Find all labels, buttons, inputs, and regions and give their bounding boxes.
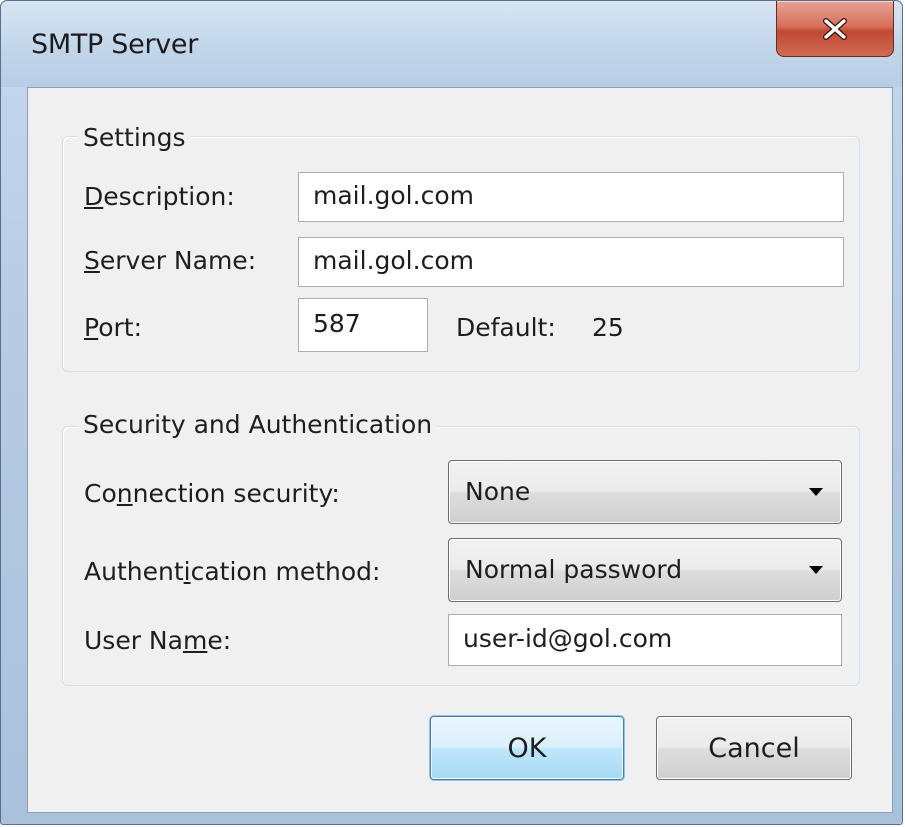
description-accesskey: D: [84, 182, 104, 211]
title-bar[interactable]: SMTP Server: [1, 1, 902, 87]
server-name-label-rest: erver Name:: [99, 246, 257, 275]
ok-button-label: OK: [507, 732, 547, 764]
chevron-down-icon: [809, 566, 823, 574]
connection-security-select[interactable]: None: [448, 460, 842, 524]
close-button[interactable]: [776, 1, 894, 57]
server-name-field[interactable]: mail.gol.com: [298, 237, 844, 287]
connection-security-label: Connection security:: [84, 479, 340, 508]
chevron-down-icon: [809, 488, 823, 496]
description-label-rest: escription:: [103, 182, 235, 211]
description-value: mail.gol.com: [313, 181, 474, 210]
description-label: Description:: [84, 182, 235, 212]
ok-button[interactable]: OK: [430, 716, 624, 780]
port-value: 587: [313, 309, 361, 338]
security-legend: Security and Authentication: [78, 410, 438, 440]
server-name-accesskey: S: [84, 246, 100, 275]
port-default-label: Default:: [456, 313, 556, 342]
port-label-rest: ort:: [98, 313, 142, 342]
auth-method-value: Normal password: [465, 555, 683, 584]
server-name-label: Server Name:: [84, 246, 256, 276]
port-field[interactable]: 587: [298, 298, 428, 352]
smtp-server-dialog: SMTP Server Settings Description: mail.g…: [0, 0, 903, 825]
auth-method-label: Authentication method:: [84, 557, 381, 586]
settings-legend: Settings: [78, 123, 191, 153]
close-x-icon: [822, 17, 848, 40]
dialog-title: SMTP Server: [31, 29, 199, 60]
connection-security-value: None: [465, 477, 531, 506]
user-name-label: User Name:: [84, 626, 232, 655]
port-accesskey: P: [84, 313, 99, 342]
description-field[interactable]: mail.gol.com: [298, 172, 844, 222]
port-default-value: 25: [592, 313, 624, 342]
user-name-field[interactable]: user-id@gol.com: [448, 614, 842, 666]
cancel-button-label: Cancel: [708, 732, 800, 764]
port-label: Port:: [84, 313, 142, 343]
user-name-value: user-id@gol.com: [463, 624, 673, 653]
dialog-content: Settings Description: mail.gol.com Serve…: [27, 87, 893, 813]
server-name-value: mail.gol.com: [313, 246, 474, 275]
auth-method-select[interactable]: Normal password: [448, 538, 842, 602]
cancel-button[interactable]: Cancel: [656, 716, 852, 780]
